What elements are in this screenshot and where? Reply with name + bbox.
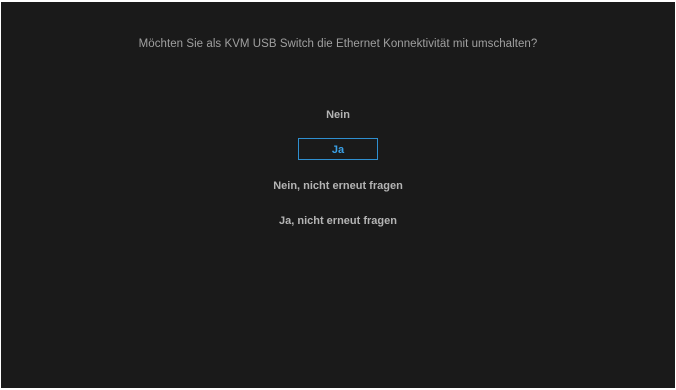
option-nein[interactable]: Nein [326,109,350,121]
dialog-question: Möchten Sie als KVM USB Switch die Ether… [138,38,538,50]
option-nein-nicht-erneut-fragen[interactable]: Nein, nicht erneut fragen [273,180,403,192]
option-ja-selected[interactable]: Ja [298,138,378,160]
osd-dialog: Möchten Sie als KVM USB Switch die Ether… [1,2,675,388]
option-ja-nicht-erneut-fragen[interactable]: Ja, nicht erneut fragen [279,215,397,227]
